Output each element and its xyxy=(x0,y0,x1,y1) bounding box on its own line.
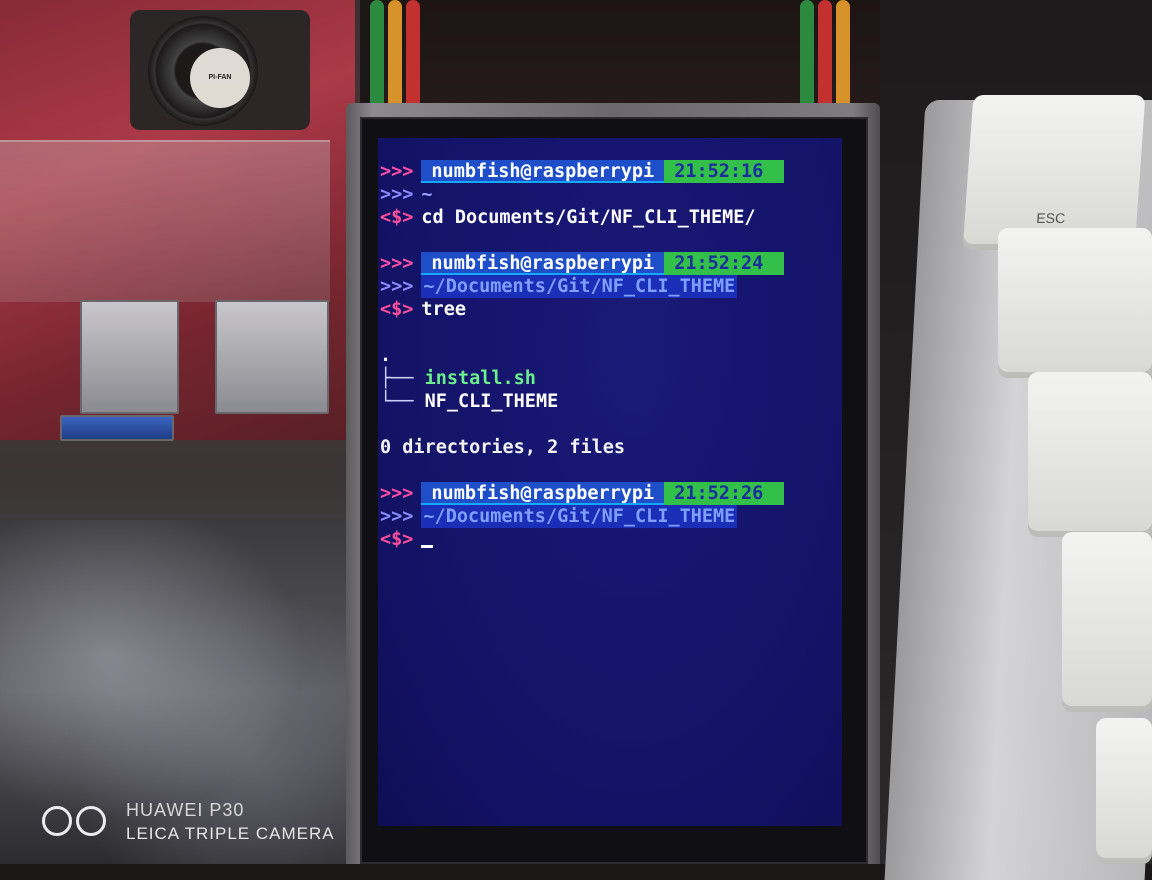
usb-port xyxy=(80,300,179,414)
cable xyxy=(370,0,384,110)
prompt-marker: >>> xyxy=(380,483,414,504)
cable xyxy=(388,0,402,110)
usb-port xyxy=(215,300,329,414)
time-badge: 21:52:26 xyxy=(664,482,785,505)
prompt-path-line: >>> ~/Documents/Git/NF_CLI_THEME xyxy=(380,505,838,528)
command-line[interactable]: <$> xyxy=(380,528,838,551)
terminal-screen: >>> numbfish@raspberrypi 21:52:16 >>> ~ <$>… xyxy=(378,138,842,826)
current-path: ~/Documents/Git/NF_CLI_THEME xyxy=(421,275,738,298)
prompt-header-line: >>> numbfish@raspberrypi 21:52:24 xyxy=(380,252,838,275)
cable xyxy=(836,0,850,110)
keycap xyxy=(998,228,1152,378)
prompt-marker: >>> xyxy=(380,161,414,182)
command-prompt: <$> xyxy=(380,299,414,320)
user-host-badge: numbfish@raspberrypi xyxy=(421,160,665,183)
usb3-port xyxy=(60,415,174,441)
raspberry-pi-case: PI-FAN xyxy=(0,0,355,441)
keycap xyxy=(1028,372,1152,537)
esc-key: ESC xyxy=(962,95,1146,250)
command-text: cd Documents/Git/NF_CLI_THEME/ xyxy=(421,207,756,228)
camera-lens-icon xyxy=(42,806,112,840)
tree-branch: └── xyxy=(380,391,414,412)
tree-root: . xyxy=(380,344,838,367)
user-host-badge: numbfish@raspberrypi xyxy=(421,252,665,275)
cable xyxy=(818,0,832,110)
prompt-path-line: >>> ~/Documents/Git/NF_CLI_THEME xyxy=(380,275,838,298)
text-cursor[interactable] xyxy=(421,545,434,548)
tree-file-install: install.sh xyxy=(424,368,536,389)
cable xyxy=(800,0,814,110)
prompt-header-line: >>> numbfish@raspberrypi 21:52:16 xyxy=(380,160,838,183)
time-badge: 21:52:16 xyxy=(664,160,785,183)
prompt-marker: >>> xyxy=(380,506,414,527)
watermark-camera: LEICA TRIPLE CAMERA xyxy=(126,824,335,843)
user-host-badge: numbfish@raspberrypi xyxy=(421,482,665,505)
watermark-model: HUAWEI P30 xyxy=(126,800,245,820)
prompt-marker: >>> xyxy=(380,276,414,297)
tree-summary: 0 directories, 2 files xyxy=(380,437,626,458)
command-line: <$> tree xyxy=(380,298,838,321)
prompt-marker: >>> xyxy=(380,184,414,205)
time-badge: 21:52:24 xyxy=(664,252,785,275)
prompt-header-line: >>> numbfish@raspberrypi 21:52:26 xyxy=(380,482,838,505)
cooling-fan: PI-FAN xyxy=(130,10,310,130)
esc-key-label: ESC xyxy=(1035,209,1066,226)
case-plate xyxy=(0,140,330,302)
ribbon-cables xyxy=(370,0,880,110)
command-line: <$> cd Documents/Git/NF_CLI_THEME/ xyxy=(380,206,838,229)
tree-entry: └── NF_CLI_THEME xyxy=(380,390,838,413)
keycap xyxy=(1096,718,1152,864)
fan-label: PI-FAN xyxy=(190,48,250,108)
command-prompt: <$> xyxy=(380,529,414,550)
tree-root-dot: . xyxy=(380,345,392,366)
prompt-path-line: >>> ~ xyxy=(380,183,838,206)
cable xyxy=(406,0,420,110)
prompt-marker: >>> xyxy=(380,253,414,274)
tree-branch: ├── xyxy=(380,368,414,389)
keycap xyxy=(1062,532,1152,712)
command-prompt: <$> xyxy=(380,207,414,228)
current-path: ~/Documents/Git/NF_CLI_THEME xyxy=(421,505,738,528)
tree-entry: ├── install.sh xyxy=(380,367,838,390)
current-path: ~ xyxy=(421,184,433,205)
terminal-output: >>> numbfish@raspberrypi 21:52:16 >>> ~ <$>… xyxy=(380,160,838,551)
tree-file-theme: NF_CLI_THEME xyxy=(424,391,559,412)
command-text: tree xyxy=(421,299,466,320)
fan-ring: PI-FAN xyxy=(148,16,258,126)
